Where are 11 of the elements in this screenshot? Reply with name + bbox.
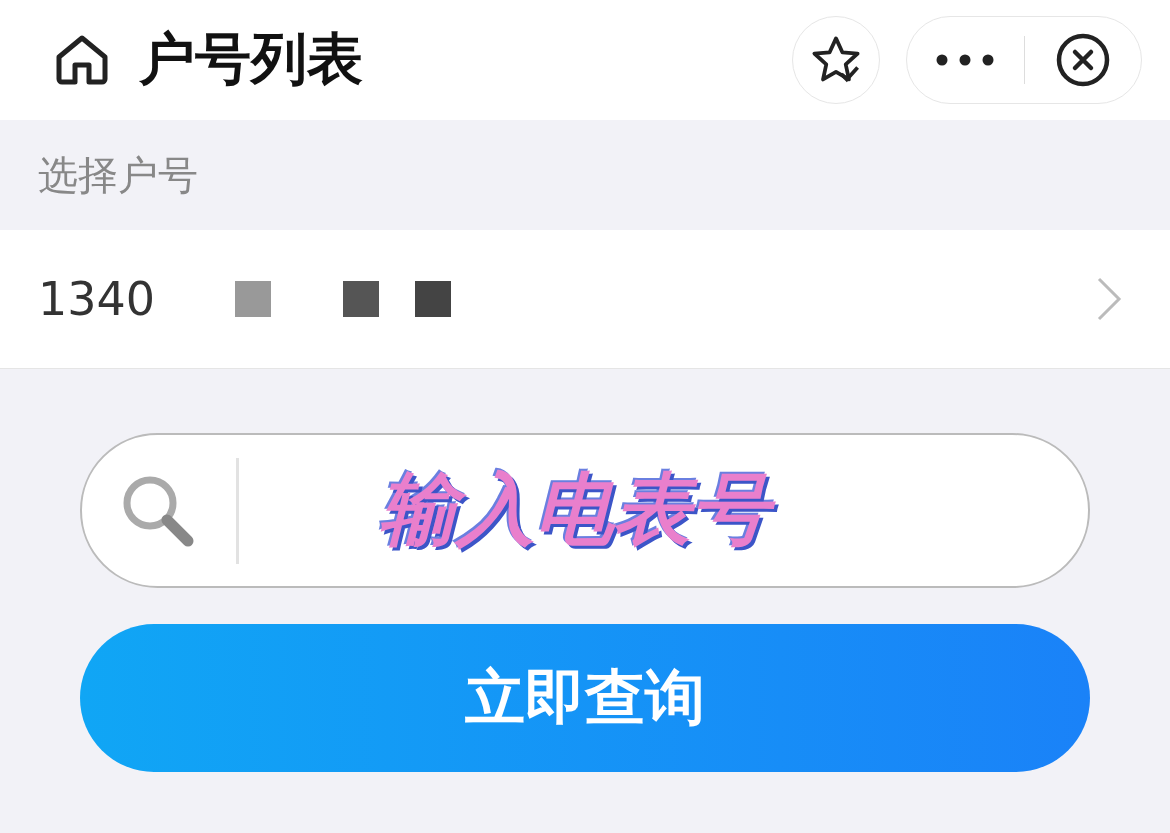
section-label: 选择户号	[38, 150, 198, 200]
home-icon[interactable]	[55, 35, 109, 85]
annotation-text: 输入电表号	[369, 460, 783, 561]
account-row[interactable]: 1340	[0, 230, 1170, 369]
query-button[interactable]: 立即查询	[80, 624, 1090, 772]
close-icon	[1054, 32, 1111, 88]
account-number: 1340	[38, 272, 156, 326]
page-title: 户号列表	[139, 25, 363, 93]
chevron-right-icon	[1096, 276, 1122, 322]
more-icon	[935, 53, 996, 67]
search-field[interactable]: 输入电表号	[80, 433, 1090, 588]
